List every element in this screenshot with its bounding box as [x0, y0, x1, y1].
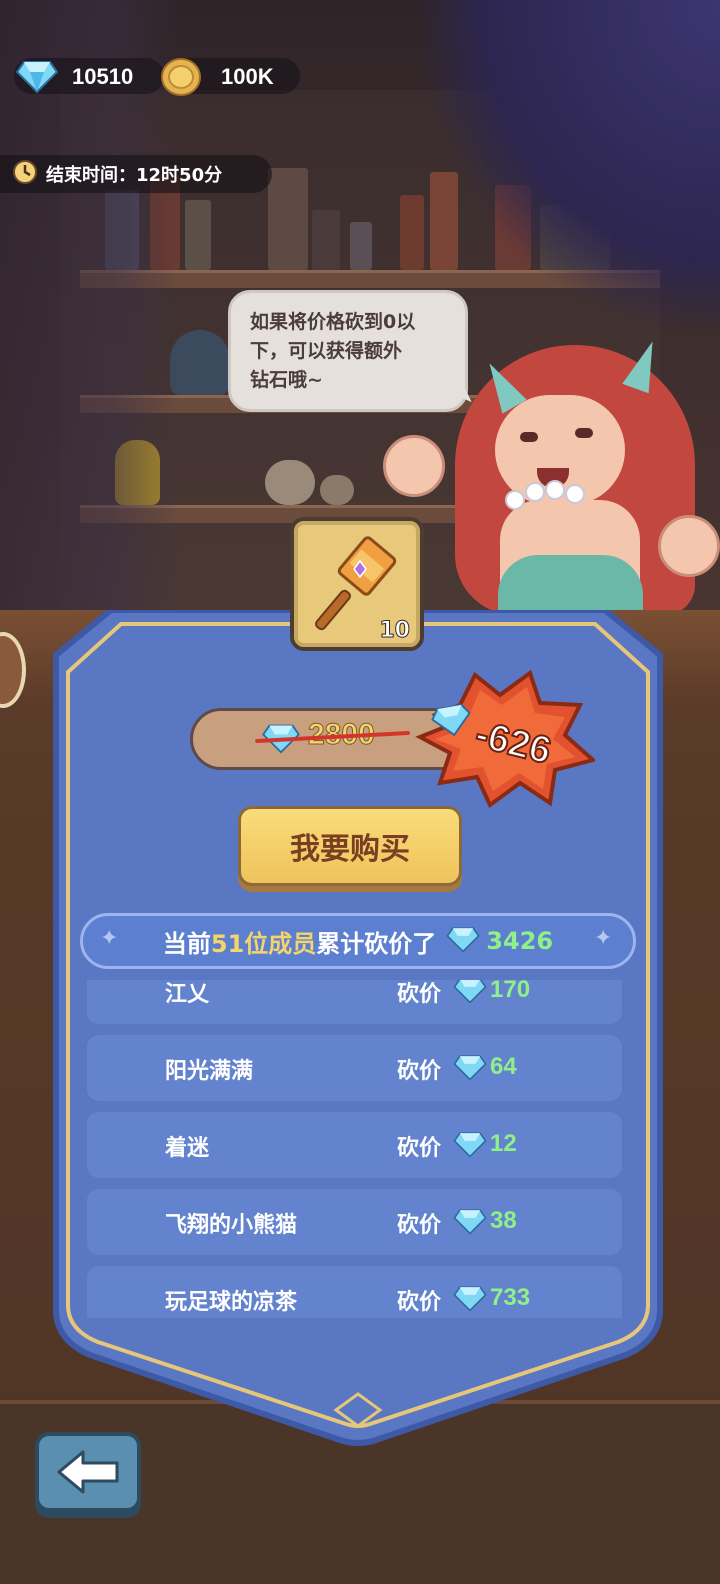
bargain-value: 12: [490, 1130, 517, 1157]
speech-line: 如果将价格砍到0以: [250, 311, 416, 333]
jar-decoration: [320, 475, 354, 505]
pearl-necklace: [525, 482, 545, 502]
diamond-amount: 10510: [72, 64, 134, 89]
shopkeeper-hand: [658, 515, 720, 577]
contributor-name: 飞翔的小熊猫: [165, 1213, 298, 1238]
book-decoration: [185, 200, 211, 270]
sparkle-icon: ✦: [100, 926, 119, 951]
diamond-icon: [446, 925, 480, 957]
contributor-name: 江乂: [165, 982, 210, 1007]
buy-button[interactable]: 我要购买: [238, 806, 462, 886]
speech-text: 如果将价格砍到0以 下，可以获得额外 钻石哦~: [250, 308, 460, 395]
curtain-right: [420, 0, 720, 330]
contributor-list[interactable]: 江乂 砍价 170 阳光满满 砍价 64 着迷 砍价 12 飞翔的小熊猫 砍价 …: [87, 980, 622, 1318]
clock-icon: [12, 159, 38, 189]
diamond-icon: [15, 58, 59, 98]
contributor-name: 着迷: [165, 1136, 210, 1161]
summary-total: 3426: [486, 927, 554, 955]
bargain-summary: 当前 51位成员 累计砍价了 3426: [80, 913, 636, 969]
diamond-icon: [429, 700, 475, 744]
book-decoration: [312, 210, 340, 270]
shopkeeper-eye: [575, 428, 593, 438]
bargain-label: 砍价: [397, 1290, 442, 1315]
shopkeeper-hand: [383, 435, 445, 497]
reward-item-card[interactable]: 10: [290, 517, 424, 651]
summary-members: 51位成员: [210, 929, 317, 958]
bargain-value: 64: [490, 1053, 517, 1080]
contributor-name: 阳光满满: [165, 1059, 254, 1084]
arrow-left-icon: [55, 1448, 121, 1500]
speech-line: 钻石哦~: [250, 369, 323, 391]
pearl-necklace: [505, 490, 525, 510]
pearl-necklace: [545, 480, 565, 500]
sparkle-icon: ✦: [594, 926, 613, 951]
diamond-icon: [453, 1284, 487, 1316]
bargain-value: 38: [490, 1207, 517, 1234]
diamond-icon: [453, 1207, 487, 1239]
event-timer: 结束时间：12时50分: [0, 155, 272, 193]
bargain-label: 砍价: [397, 1059, 442, 1084]
list-item: 飞翔的小熊猫 砍价 38: [87, 1189, 622, 1255]
shopkeeper-top: [498, 555, 643, 610]
item-count: 10: [379, 618, 411, 644]
contributor-name: 玩足球的凉茶: [165, 1290, 298, 1315]
diamond-icon: [453, 1130, 487, 1162]
bargain-value: 733: [490, 1284, 531, 1311]
timer-text: 结束时间：12时50分: [46, 165, 223, 186]
bargain-label: 砍价: [397, 1213, 442, 1238]
bargain-label: 砍价: [397, 982, 442, 1007]
bargain-label: 砍价: [397, 1136, 442, 1161]
jar-decoration: [265, 460, 315, 505]
coin-amount: 100K: [221, 64, 274, 89]
summary-suffix: 累计砍价了: [316, 929, 437, 958]
pearl-necklace: [565, 484, 585, 504]
diamond-icon: [453, 1053, 487, 1085]
list-item: 玩足球的凉茶 砍价 733: [87, 1266, 622, 1318]
bargain-value: 170: [490, 980, 531, 1003]
speech-line: 下，可以获得额外: [250, 340, 403, 362]
book-decoration: [350, 222, 372, 270]
diamond-icon: [453, 980, 487, 1008]
coin-icon: [160, 57, 202, 101]
shopkeeper-eye: [520, 432, 538, 442]
list-item: 江乂 砍价 170: [87, 980, 622, 1024]
book-decoration: [268, 168, 308, 270]
back-button[interactable]: [35, 1432, 141, 1512]
list-item: 着迷 砍价 12: [87, 1112, 622, 1178]
summary-prefix: 当前: [162, 929, 211, 958]
list-item: 阳光满满 砍价 64: [87, 1035, 622, 1101]
